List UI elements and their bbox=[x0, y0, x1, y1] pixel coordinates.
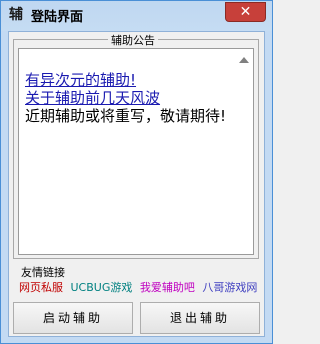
close-icon: ✕ bbox=[239, 4, 252, 20]
friend-links-row: 网页私服 UCBUG游戏 我爱辅助吧 八哥游戏网 bbox=[19, 279, 263, 295]
friend-link-3[interactable]: 我爱辅助吧 bbox=[140, 281, 195, 294]
notice-legend: 辅助公告 bbox=[108, 32, 158, 48]
friend-link-4[interactable]: 八哥游戏网 bbox=[202, 281, 257, 294]
close-button[interactable]: ✕ bbox=[225, 2, 266, 22]
friend-link-1[interactable]: 网页私服 bbox=[19, 281, 63, 294]
friend-links-label: 友情链接 bbox=[21, 266, 65, 279]
friend-link-2[interactable]: UCBUG游戏 bbox=[71, 281, 133, 294]
window-title: 登陆界面 bbox=[31, 10, 84, 25]
friend-links-group: 友情链接 网页私服 UCBUG游戏 我爱辅助吧 八哥游戏网 bbox=[13, 264, 259, 294]
notice-link-2[interactable]: 关于辅助前几天风波 bbox=[25, 89, 237, 107]
notice-content: 有异次元的辅助! 关于辅助前几天风波 近期辅助或将重写，敬请期待! bbox=[25, 71, 237, 125]
notice-text: 近期辅助或将重写，敬请期待! bbox=[25, 107, 227, 125]
client-area: 辅助公告 有异次元的辅助! 关于辅助前几天风波 近期辅助或将重写，敬请期待! 友… bbox=[8, 31, 265, 337]
start-button[interactable]: 启动辅助 bbox=[13, 302, 133, 334]
notice-panel[interactable]: 有异次元的辅助! 关于辅助前几天风波 近期辅助或将重写，敬请期待! bbox=[18, 48, 254, 255]
app-icon: 辅 bbox=[9, 7, 23, 23]
scroll-up-icon[interactable] bbox=[239, 57, 249, 63]
notice-link-1[interactable]: 有异次元的辅助! bbox=[25, 71, 237, 89]
login-window: 辅 登陆界面 ✕ 辅助公告 有异次元的辅助! 关于辅助前几天风波 近期辅助或将重… bbox=[0, 0, 273, 344]
title-bar[interactable]: 辅 登陆界面 ✕ bbox=[1, 1, 272, 31]
exit-button[interactable]: 退出辅助 bbox=[140, 302, 260, 334]
notice-groupbox: 辅助公告 有异次元的辅助! 关于辅助前几天风波 近期辅助或将重写，敬请期待! bbox=[13, 32, 259, 259]
